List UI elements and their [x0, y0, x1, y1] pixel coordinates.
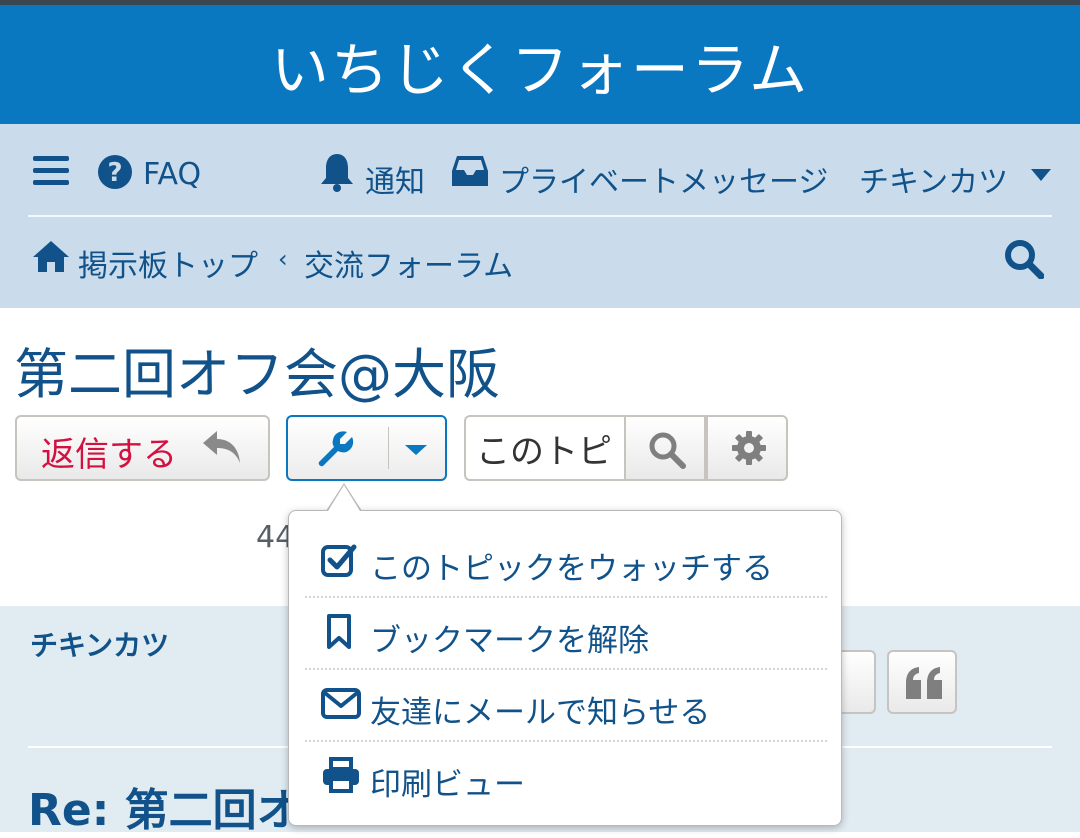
notifications-link[interactable]: 通知 [365, 157, 425, 201]
breadcrumb-separator: ‹ [278, 245, 288, 273]
site-title[interactable]: いちじくフォーラム [271, 23, 809, 107]
check-square-icon [321, 544, 357, 577]
menu-item-email-friend[interactable]: 友達にメールで知らせる [305, 669, 827, 741]
question-circle-icon: ? [98, 155, 132, 189]
advanced-search-button[interactable] [706, 415, 788, 481]
envelope-icon [321, 688, 361, 719]
breadcrumb: 掲示板トップ ‹ 交流フォーラム [0, 217, 1080, 308]
topic-tools-button[interactable] [286, 415, 447, 481]
post-title[interactable]: Re: 第二回オ [28, 774, 301, 838]
dropdown-pointer-fill [328, 485, 360, 511]
reply-button[interactable]: 返信する [15, 415, 270, 481]
search-icon[interactable] [1004, 239, 1044, 279]
reply-icon [203, 431, 240, 463]
menu-item-watch-topic[interactable]: このトピックをウォッチする [305, 525, 827, 597]
navbar: ? FAQ 通知 プライベートメッセージ チキンカツ 掲示板トップ ‹ 交流フォ… [0, 124, 1080, 308]
post-author[interactable]: チキンカツ [30, 624, 169, 664]
wrench-icon [318, 431, 354, 467]
topic-search-input[interactable] [466, 417, 616, 479]
print-icon [323, 757, 359, 793]
topic-search-button[interactable] [624, 415, 706, 481]
user-menu[interactable]: チキンカツ [859, 157, 1008, 201]
svg-text:?: ? [107, 158, 122, 188]
hamburger-icon[interactable] [33, 156, 69, 186]
menu-item-remove-bookmark[interactable]: ブックマークを解除 [305, 597, 827, 669]
menu-item-print-view[interactable]: 印刷ビュー [305, 741, 827, 813]
bell-icon [321, 154, 353, 192]
breadcrumb-home[interactable]: 掲示板トップ [78, 241, 258, 285]
gear-icon [732, 431, 766, 465]
quote-icon [906, 667, 942, 699]
topic-title[interactable]: 第二回オフ会@大阪 [14, 330, 500, 409]
topic-search-box [464, 415, 624, 481]
quote-button[interactable] [887, 650, 957, 714]
site-header: いちじくフォーラム [0, 5, 1080, 124]
private-messages-link[interactable]: プライベートメッセージ [499, 157, 828, 201]
home-icon [33, 241, 69, 272]
inbox-icon [452, 156, 488, 186]
breadcrumb-forum[interactable]: 交流フォーラム [304, 241, 513, 285]
reply-button-label: 返信する [41, 435, 177, 475]
caret-down-icon [405, 445, 427, 455]
topic-tools-dropdown: このトピックをウォッチする ブックマークを解除 友達にメールで知らせる 印刷ビュ… [288, 510, 842, 826]
bookmark-icon [327, 614, 351, 649]
caret-down-icon[interactable] [1030, 168, 1052, 182]
split-divider [388, 427, 389, 469]
search-icon [649, 432, 686, 469]
menu-item-label: 友達にメールで知らせる [370, 695, 711, 731]
nav-top-row: ? FAQ 通知 プライベートメッセージ チキンカツ [0, 124, 1080, 216]
faq-link[interactable]: FAQ [143, 157, 201, 192]
menu-item-label: ブックマークを解除 [370, 623, 649, 659]
menu-item-label: 印刷ビュー [370, 767, 525, 803]
menu-item-label: このトピックをウォッチする [370, 551, 773, 587]
